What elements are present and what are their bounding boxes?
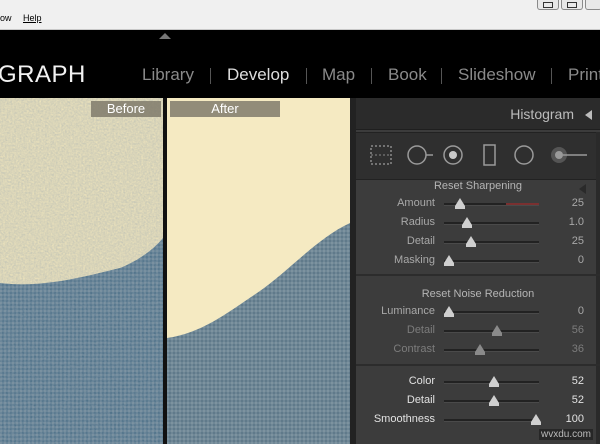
window-menubar: ow Help <box>0 0 600 30</box>
slider-value[interactable]: 100 <box>566 413 584 425</box>
module-slideshow[interactable]: Slideshow <box>458 65 536 85</box>
slider-color[interactable]: Color 52 <box>356 373 600 391</box>
red-eye-icon[interactable] <box>442 144 466 166</box>
module-develop[interactable]: Develop <box>227 65 289 85</box>
reset-sharpening-link[interactable]: Reset Sharpening <box>356 180 600 192</box>
slider-label: Luminance <box>381 305 435 317</box>
slider-accent <box>506 203 539 205</box>
develop-right-panel: Histogram Reset Sharpening Amount 25 Rad… <box>356 98 600 444</box>
slider-amount[interactable]: Amount 25 <box>356 195 600 213</box>
histogram-title: Histogram <box>510 106 574 122</box>
module-separator <box>441 68 442 84</box>
section-divider <box>356 364 600 366</box>
slider-radius[interactable]: Radius 1.0 <box>356 214 600 232</box>
slider-value[interactable]: 25 <box>572 235 584 247</box>
module-separator <box>551 68 552 84</box>
before-label: Before <box>91 101 161 117</box>
slider-value[interactable]: 0 <box>578 254 584 266</box>
before-image <box>0 98 163 444</box>
slider-label: Radius <box>400 216 435 228</box>
menu-window[interactable]: ow <box>0 13 12 23</box>
section-divider <box>356 274 600 276</box>
slider-value[interactable]: 56 <box>572 324 584 336</box>
slider-detail[interactable]: Detail 25 <box>356 233 600 251</box>
slider-color-detail[interactable]: Detail 52 <box>356 392 600 410</box>
slider-value[interactable]: 0 <box>578 305 584 317</box>
slider-luminance-detail[interactable]: Detail 56 <box>356 322 600 340</box>
slider-value[interactable]: 36 <box>572 343 584 355</box>
slider-value[interactable]: 25 <box>572 197 584 209</box>
adjustment-brush-icon[interactable] <box>549 144 589 166</box>
slider-label: Masking <box>394 254 435 266</box>
slider-thumb[interactable] <box>531 414 542 425</box>
slider-smoothness[interactable]: Smoothness 100 <box>356 411 600 429</box>
slider-label: Contrast <box>393 343 435 355</box>
tool-strip <box>356 132 600 180</box>
slider-masking[interactable]: Masking 0 <box>356 252 600 270</box>
slider-value[interactable]: 1.0 <box>569 216 584 228</box>
slider-label: Detail <box>406 394 435 406</box>
identity-plate: GRAPH <box>0 61 86 88</box>
module-book[interactable]: Book <box>388 65 427 85</box>
collapse-triangle-icon[interactable] <box>585 110 592 120</box>
module-separator <box>210 68 211 84</box>
after-label: After <box>170 101 280 117</box>
slider-luminance[interactable]: Luminance 0 <box>356 303 600 321</box>
maximize-icon <box>567 2 577 8</box>
restore-icon <box>543 2 553 8</box>
reset-noise-reduction-link[interactable]: Reset Noise Reduction <box>356 288 600 300</box>
slider-thumb[interactable] <box>475 344 486 355</box>
restore-button[interactable] <box>537 0 559 10</box>
module-library[interactable]: Library <box>142 65 194 85</box>
slider-label: Detail <box>406 324 435 336</box>
slider-track[interactable] <box>444 222 539 225</box>
slider-thumb[interactable] <box>489 395 500 406</box>
module-header: GRAPH Library Develop Map Book Slideshow… <box>0 30 600 97</box>
slider-thumb[interactable] <box>455 198 466 209</box>
after-view[interactable]: After <box>167 98 350 444</box>
slider-track[interactable] <box>444 311 539 314</box>
slider-luminance-contrast[interactable]: Contrast 36 <box>356 341 600 359</box>
module-separator <box>306 68 307 84</box>
slider-thumb[interactable] <box>492 325 503 336</box>
slider-label: Detail <box>406 235 435 247</box>
graduated-filter-icon[interactable] <box>482 144 498 166</box>
slider-value[interactable]: 52 <box>572 394 584 406</box>
slider-thumb[interactable] <box>489 376 500 387</box>
watermark: wvxdu.com <box>538 429 593 440</box>
slider-track[interactable] <box>444 349 539 352</box>
radial-filter-icon[interactable] <box>513 144 537 166</box>
slider-thumb[interactable] <box>443 255 454 266</box>
spot-removal-icon[interactable] <box>406 144 434 166</box>
menu-help[interactable]: Help <box>23 13 42 23</box>
slider-label: Amount <box>397 197 435 209</box>
slider-track[interactable] <box>444 419 539 422</box>
module-print[interactable]: Print <box>568 65 600 85</box>
slider-thumb[interactable] <box>461 217 472 228</box>
slider-label: Smoothness <box>373 413 435 425</box>
slider-thumb[interactable] <box>465 236 476 247</box>
after-image <box>167 98 350 444</box>
module-separator <box>371 68 372 84</box>
histogram-header[interactable]: Histogram <box>356 98 600 130</box>
before-view[interactable]: Before <box>0 98 163 444</box>
maximize-button[interactable] <box>561 0 583 10</box>
slider-label: Color <box>408 375 435 387</box>
collapse-top-panel-icon[interactable] <box>159 33 171 39</box>
slider-track[interactable] <box>444 260 539 263</box>
crop-overlay-icon[interactable] <box>369 144 393 166</box>
module-map[interactable]: Map <box>322 65 355 85</box>
slider-track[interactable] <box>444 241 539 244</box>
slider-thumb[interactable] <box>443 306 454 317</box>
close-button[interactable] <box>585 0 600 10</box>
slider-value[interactable]: 52 <box>572 375 584 387</box>
